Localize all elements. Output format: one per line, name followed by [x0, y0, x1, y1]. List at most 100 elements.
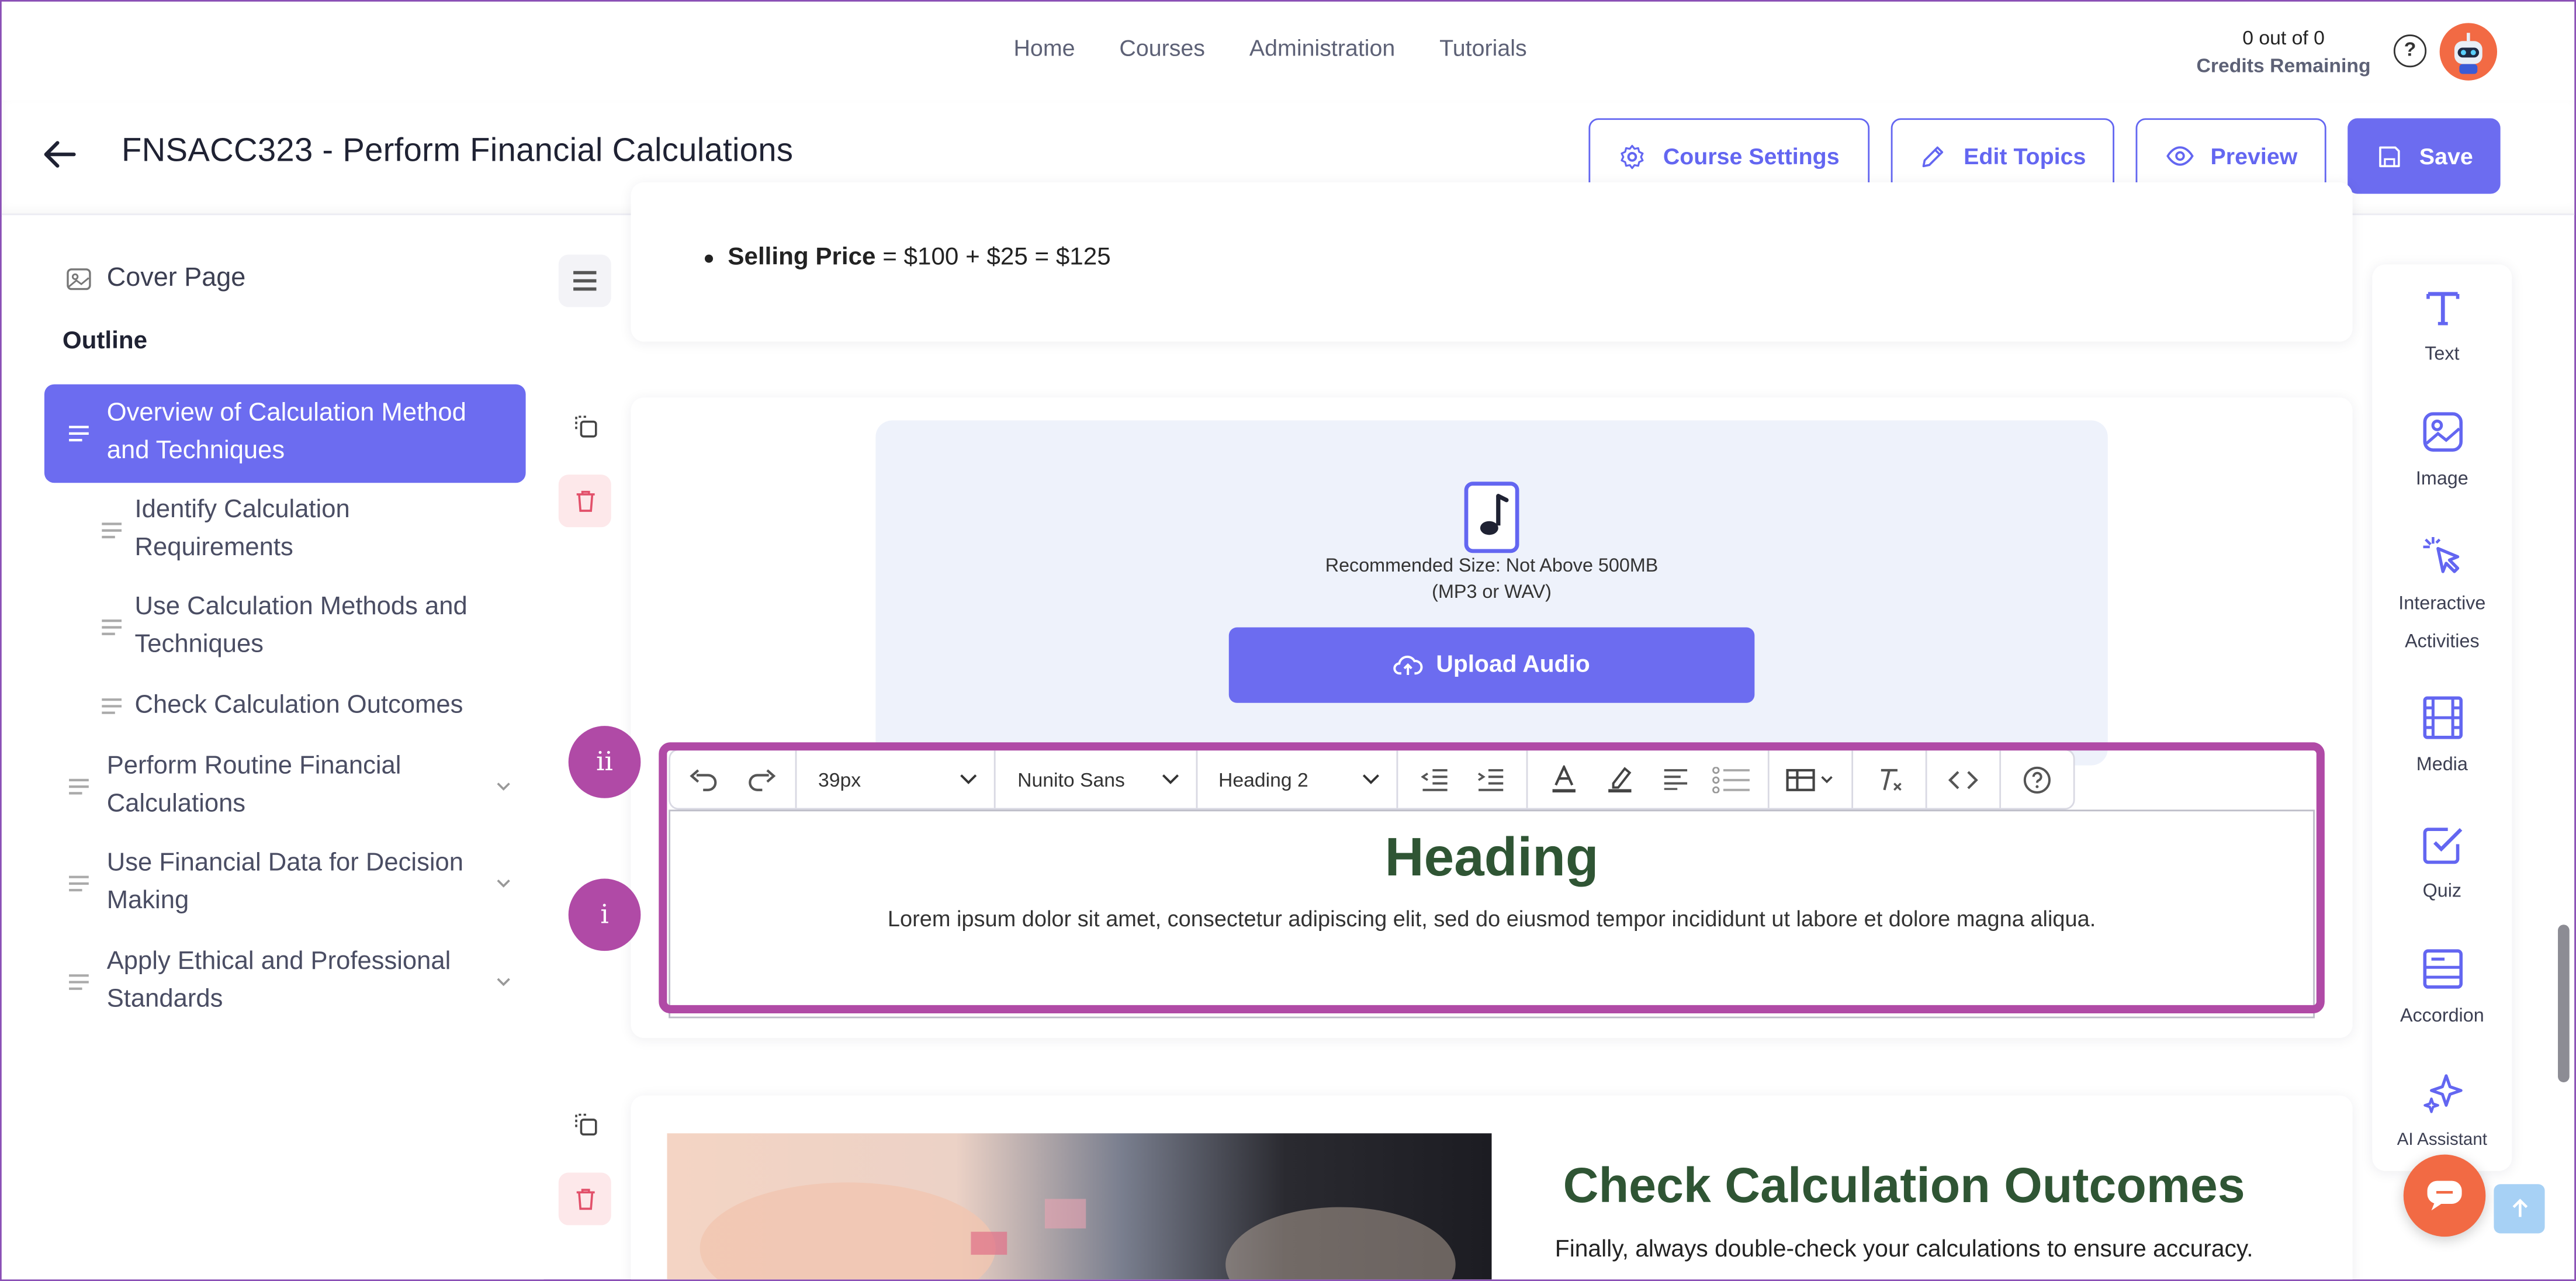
accordion-icon [2419, 946, 2465, 992]
tool-image[interactable]: Image [2372, 409, 2512, 500]
image-icon [64, 264, 94, 294]
tool-ai-assistant[interactable]: AI Assistant [2372, 1069, 2512, 1160]
delete-button[interactable] [558, 1172, 611, 1225]
text-icon [2419, 284, 2465, 330]
table-icon[interactable] [1782, 756, 1838, 802]
tool-media[interactable]: Media [2372, 695, 2512, 785]
top-navigation: Home Courses Administration Tutorials 0 … [1, 1, 2575, 101]
image-icon [2419, 409, 2465, 455]
help-icon[interactable] [2014, 756, 2061, 802]
sidebar-item-label: Overview of Calculation Method and Techn… [106, 399, 466, 464]
block-format-value: Heading 2 [1218, 767, 1308, 791]
cover-page-label: Cover Page [106, 264, 246, 293]
editor-heading[interactable]: Heading [669, 826, 2315, 889]
outline-heading: Outline [62, 327, 148, 355]
align-left-icon[interactable] [1653, 756, 1699, 802]
section-body[interactable]: Finally, always double-check your calcul… [1533, 1237, 2276, 1263]
nav-home-link[interactable]: Home [1014, 34, 1075, 61]
trash-icon [574, 489, 596, 512]
sidebar-item-overview[interactable]: Overview of Calculation Method and Techn… [44, 384, 526, 483]
drag-handle-icon[interactable] [67, 971, 90, 991]
nav-tutorials-link[interactable]: Tutorials [1439, 34, 1526, 61]
block-format-select[interactable]: Heading 2 [1197, 750, 1398, 808]
trash-icon [574, 1187, 596, 1210]
tool-label: Accordion [2400, 1006, 2484, 1027]
chat-bubble-icon [2425, 1178, 2464, 1214]
chevron-down-icon [1161, 774, 1179, 785]
drag-handle-icon[interactable] [67, 776, 90, 796]
tool-label: Image [2415, 469, 2468, 490]
menu-button[interactable] [558, 254, 611, 307]
help-icon[interactable]: ? [2393, 34, 2427, 68]
chevron-down-icon[interactable] [496, 878, 511, 888]
chevron-down-icon[interactable] [496, 977, 511, 986]
redo-icon[interactable] [739, 756, 785, 802]
tool-accordion[interactable]: Accordion [2372, 946, 2512, 1037]
tool-label: Quiz [2422, 882, 2462, 902]
tool-label: Media [2416, 755, 2468, 775]
upload-audio-button[interactable]: Upload Audio [1228, 627, 1755, 703]
clear-formatting-icon[interactable] [1867, 756, 1913, 802]
chevron-down-icon [960, 774, 978, 785]
delete-button[interactable] [558, 475, 611, 528]
indent-icon[interactable] [1467, 756, 1513, 802]
drag-handle-icon[interactable] [100, 697, 123, 716]
hamburger-icon [572, 269, 598, 292]
sidebar-item-label: Use Financial Data for Decision Making [106, 849, 464, 914]
undo-icon[interactable] [680, 756, 726, 802]
sidebar-item-cover-page[interactable]: Cover Page [64, 264, 246, 294]
editor-paragraph[interactable]: Lorem ipsum dolor sit amet, consectetur … [669, 906, 2315, 931]
chat-button[interactable] [2403, 1154, 2486, 1237]
pencil-icon [1919, 142, 1947, 170]
arrow-up-icon [2509, 1199, 2529, 1219]
sidebar-item-routine-calculations[interactable]: Perform Routine Financial Calculations [67, 749, 511, 822]
edit-topics-label: Edit Topics [1964, 143, 2086, 169]
formats-text: (MP3 or WAV) [1432, 583, 1552, 603]
tool-text[interactable]: Text [2372, 284, 2512, 375]
tool-label: Interactive Activities [2398, 594, 2486, 652]
highlight-color-icon[interactable] [1597, 756, 1643, 802]
nav-administration-link[interactable]: Administration [1249, 34, 1395, 61]
font-family-select[interactable]: Nunito Sans [996, 750, 1197, 808]
sidebar-item-label: Identify Calculation Requirements [134, 496, 350, 561]
page-scrollbar[interactable] [2558, 925, 2570, 1082]
tool-quiz[interactable]: Quiz [2372, 821, 2512, 912]
drag-handle-icon[interactable] [67, 424, 90, 444]
sidebar-item-label: Use Calculation Methods and Techniques [134, 593, 468, 658]
nav-courses-link[interactable]: Courses [1119, 34, 1205, 61]
drag-handle-icon[interactable] [67, 873, 90, 893]
section-heading[interactable]: Check Calculation Outcomes [1533, 1159, 2276, 1216]
sidebar-item-identify-requirements[interactable]: Identify Calculation Requirements [100, 493, 511, 566]
save-button[interactable]: Save [2348, 118, 2501, 194]
save-icon [2375, 142, 2403, 170]
outdent-icon[interactable] [1411, 756, 1457, 802]
text-color-icon[interactable] [1541, 756, 1587, 802]
sidebar-item-ethical-standards[interactable]: Apply Ethical and Professional Standards [67, 944, 511, 1018]
drag-handle-icon[interactable] [100, 520, 123, 539]
credits-count: 0 out of 0 [2242, 26, 2325, 50]
duplicate-button[interactable] [558, 399, 611, 452]
avatar[interactable] [2439, 23, 2498, 81]
sidebar-item-label: Apply Ethical and Professional Standards [106, 947, 451, 1013]
tool-interactive-activities[interactable]: Interactive Activities [2372, 534, 2512, 662]
scroll-to-top-button[interactable] [2494, 1184, 2545, 1234]
sidebar-item-check-outcomes[interactable]: Check Calculation Outcomes [100, 688, 527, 725]
sidebar-item-label: Perform Routine Financial Calculations [106, 752, 401, 818]
bullet-list-icon[interactable] [1709, 756, 1755, 802]
duplicate-button[interactable] [558, 1097, 611, 1150]
sidebar-item-financial-data[interactable]: Use Financial Data for Decision Making [67, 846, 511, 919]
drag-handle-icon[interactable] [100, 617, 123, 636]
annotation-badge-toolbar: ii [568, 726, 641, 798]
cloud-upload-icon [1393, 653, 1423, 676]
preview-label: Preview [2210, 143, 2298, 169]
section-image [667, 1133, 1492, 1280]
back-arrow-icon[interactable] [41, 136, 77, 172]
code-icon[interactable] [1940, 756, 1986, 802]
chevron-down-icon[interactable] [496, 781, 511, 791]
sidebar-item-use-methods[interactable]: Use Calculation Methods and Techniques [100, 590, 511, 663]
font-size-select[interactable]: 39px [797, 750, 996, 808]
film-icon [2419, 695, 2465, 741]
checkbox-icon [2419, 821, 2465, 867]
eye-icon [2165, 141, 2194, 171]
recommended-size-text: Recommended Size: Not Above 500MB [1325, 556, 1659, 577]
